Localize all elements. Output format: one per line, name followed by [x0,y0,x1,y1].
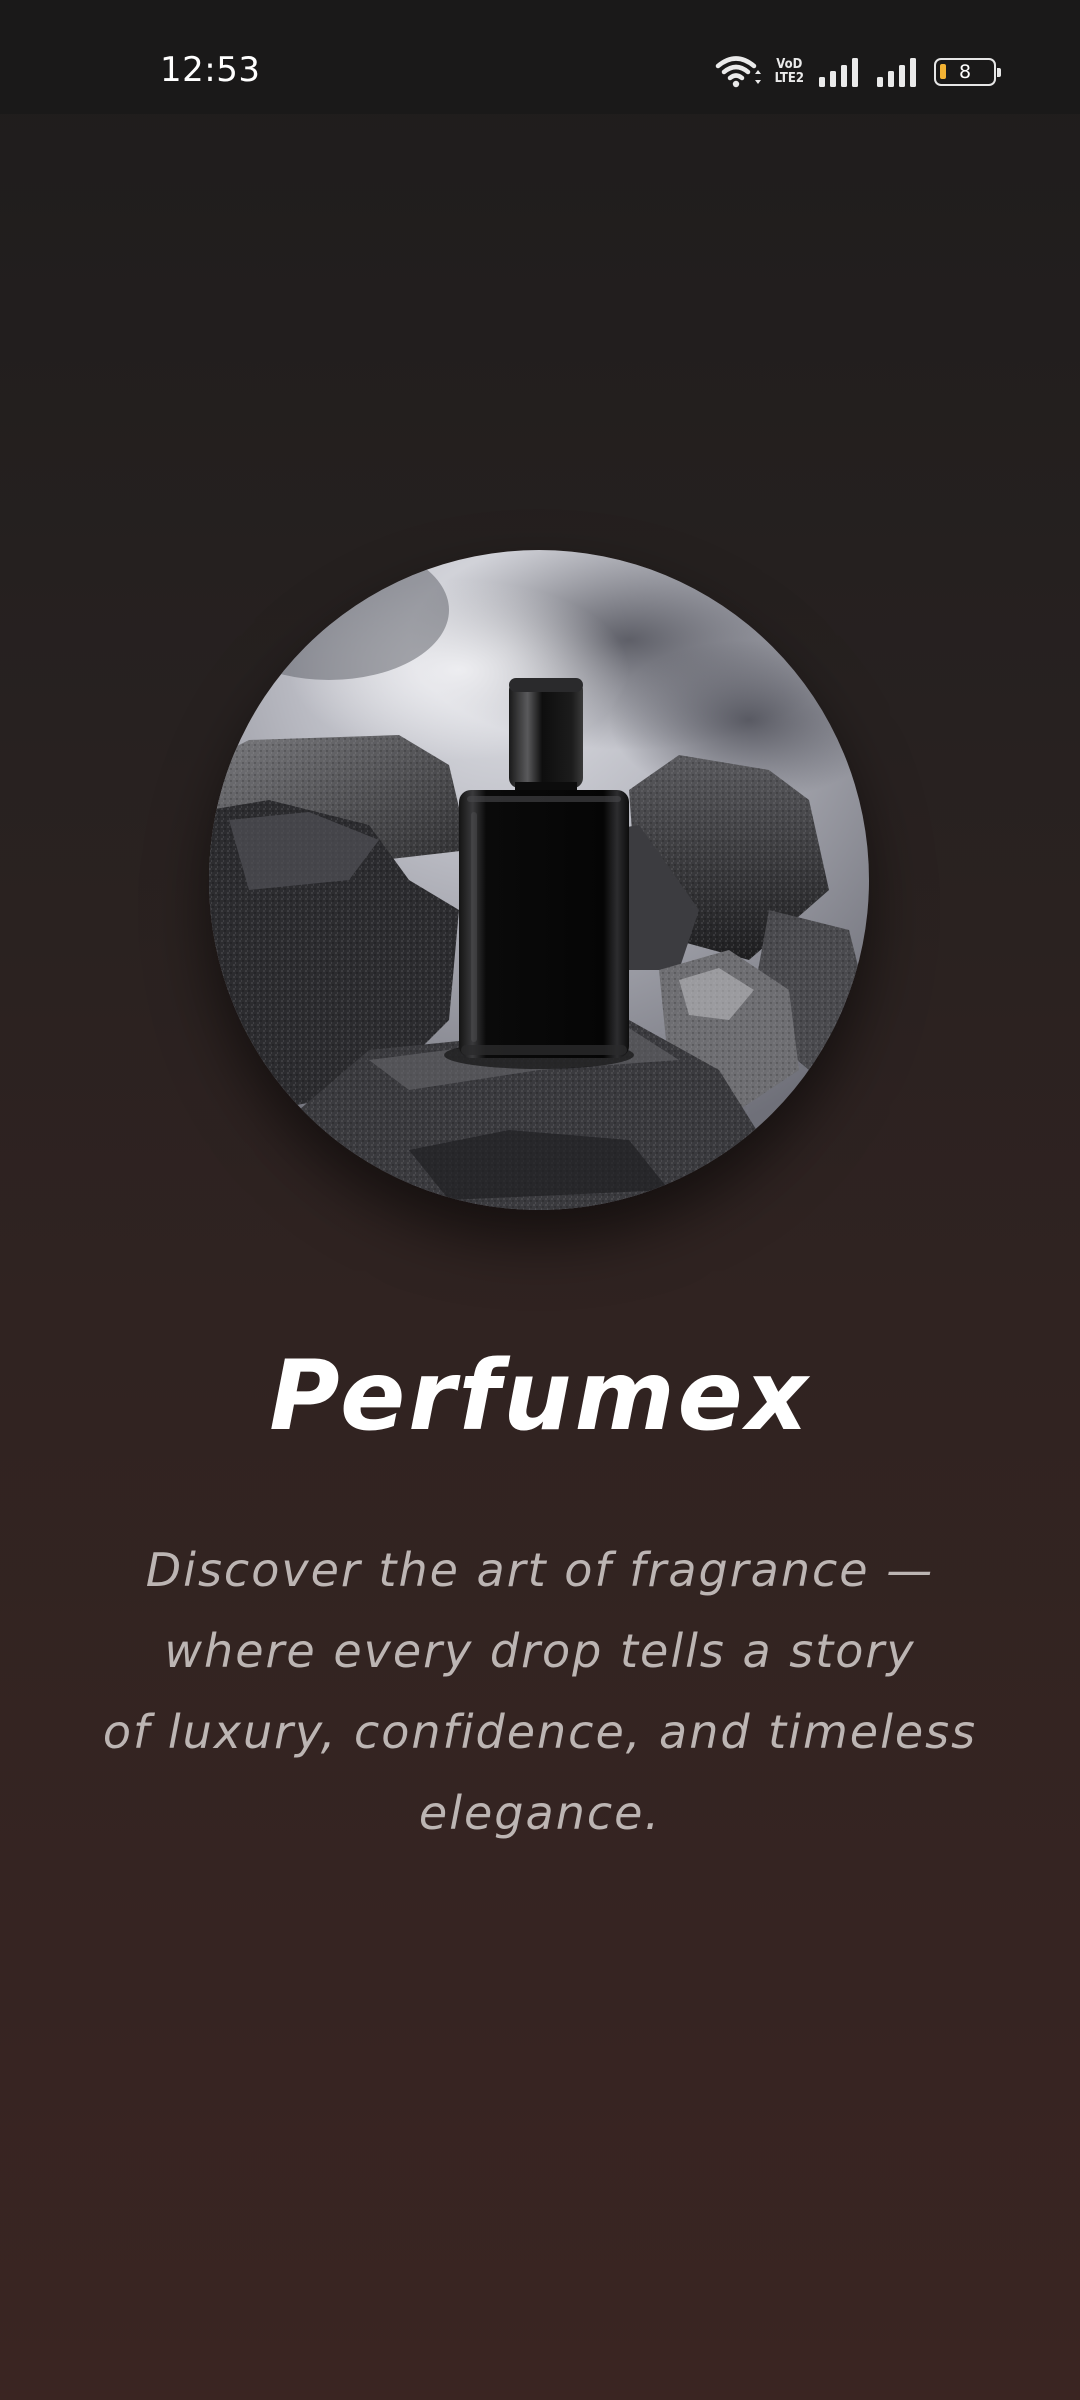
app-title: Perfumex [269,1340,811,1452]
tagline-line-2: where every drop tells a story [164,1624,916,1678]
volte-icon: VoD LTE2 [775,58,804,86]
status-icons: VoD LTE2 8 [715,54,1001,90]
status-time: 12:53 [160,50,261,90]
battery-fill [940,64,946,79]
hero-image [209,550,869,1210]
tagline-line-4: elegance. [418,1786,662,1840]
tagline-line-3: of luxury, confidence, and timeless [102,1705,978,1759]
battery-level: 8 [958,61,972,83]
tagline-line-1: Discover the art of fragrance — [145,1543,935,1597]
signal-icon [818,57,862,87]
signal-icon-2 [876,57,920,87]
lte-label: LTE2 [774,71,804,86]
app-tagline: Discover the art of fragrance — where ev… [90,1530,990,1854]
wifi-icon [715,55,761,89]
volte-label: VoD [776,57,803,72]
status-bar: 12:53 VoD LTE2 8 [0,0,1080,114]
battery-icon: 8 [934,58,1001,86]
